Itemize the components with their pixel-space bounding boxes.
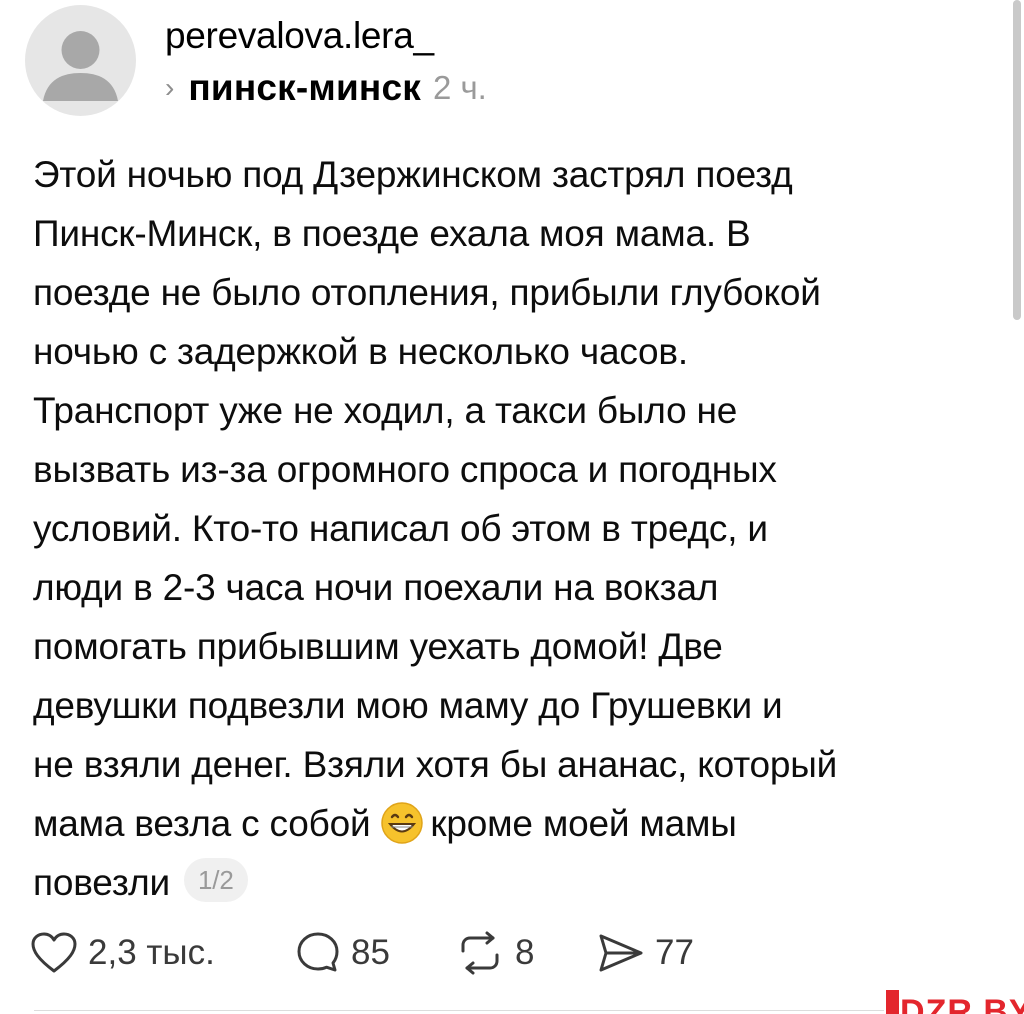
watermark-text: DZR.BY: [900, 993, 1024, 1014]
post-text-segment: повезли: [33, 862, 171, 903]
post-text-segment: кроме моей мамы: [430, 803, 737, 844]
post-text-segment: мама везла с собой: [33, 803, 371, 844]
divider: [34, 1010, 884, 1011]
post-line: Этой ночью под Дзержинском застрял поезд: [33, 154, 793, 195]
post-line-last: повезли 1/2: [33, 853, 1013, 912]
post-time: 2 ч.: [432, 69, 487, 106]
post-line: Транспорт уже не ходил, а такси было не: [33, 390, 738, 431]
username[interactable]: perevalova.lera_: [165, 14, 434, 58]
reply-count: 85: [351, 933, 390, 972]
avatar-placeholder-icon: [43, 31, 118, 101]
grinning-face-emoji-icon: [381, 802, 424, 844]
like-button[interactable]: 2,3 тыс.: [30, 931, 295, 975]
share-icon: [599, 934, 643, 972]
topic-line: › пинск-минск 2 ч.: [165, 64, 487, 112]
scrollbar[interactable]: [1013, 0, 1021, 320]
repost-count: 8: [515, 933, 535, 972]
avatar[interactable]: [25, 5, 136, 116]
repost-icon: [461, 931, 499, 975]
post-line: помогать прибывшим уехать домой! Две: [33, 626, 723, 667]
watermark-bar: [886, 990, 899, 1014]
post-line: Пинск-Минск, в поезде ехала моя мама. В: [33, 213, 751, 254]
watermark-logo: DZR.BY: [886, 990, 1024, 1014]
comment-icon: [297, 932, 339, 972]
topic-tag[interactable]: пинск-минск: [188, 67, 421, 109]
share-button[interactable]: 77: [597, 931, 694, 975]
post-line: люди в 2-3 часа ночи поехали на вокзал: [33, 567, 719, 608]
like-count: 2,3 тыс.: [88, 933, 215, 972]
share-count: 77: [655, 933, 694, 972]
post-text: Этой ночью под Дзержинском застрял поезд…: [33, 145, 1013, 912]
post-line: вызвать из-за огромного спроса и погодны…: [33, 449, 777, 490]
heart-icon: [31, 932, 77, 973]
post-line: не взяли денег. Взяли хотя бы ананас, ко…: [33, 744, 838, 785]
chevron-right-icon: ›: [165, 72, 175, 103]
repost-button[interactable]: 8: [455, 931, 597, 975]
action-bar: 2,3 тыс. 85 8 77: [30, 925, 694, 981]
post-line: девушки подвезли мою маму до Грушевки и: [33, 685, 783, 726]
post-line-with-emoji: мама везла с собой кроме моей мамы: [33, 794, 1013, 853]
reply-button[interactable]: 85: [295, 930, 455, 976]
pagination-badge[interactable]: 1/2: [184, 858, 248, 902]
post-line: условий. Кто-то написал об этом в тредс,…: [33, 508, 768, 549]
post-line: поезде не было отопления, прибыли глубок…: [33, 272, 821, 313]
post-line: ночью с задержкой в несколько часов.: [33, 331, 688, 372]
